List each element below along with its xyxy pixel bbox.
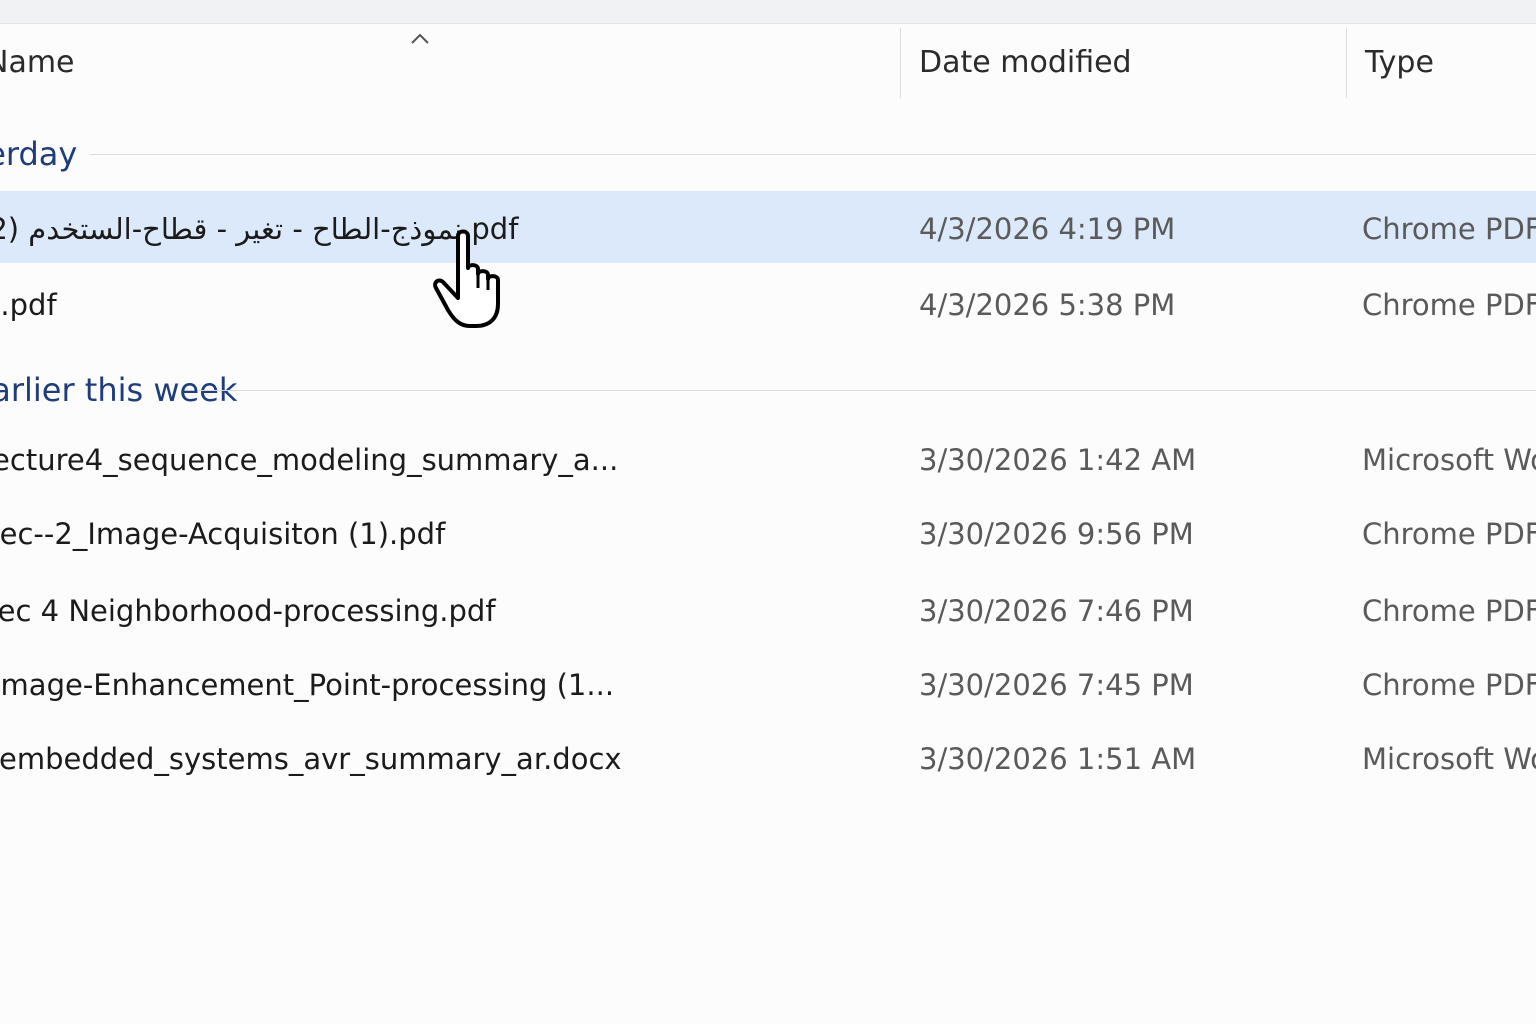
file-type: Chrome PDF Document xyxy=(1362,517,1536,551)
file-row[interactable]: (2) نموذج-الطاح - تغير - قطاح-الستخدم.pd… xyxy=(0,191,1536,263)
file-row[interactable]: Lec--2_Image-Acquisiton (1).pdf 3/30/202… xyxy=(0,496,1536,568)
file-name: (2) نموذج-الطاح - تغير - قطاح-الستخدم.pd… xyxy=(0,212,519,246)
file-type: Chrome PDF Document xyxy=(1362,594,1536,628)
group-label: Yesterday xyxy=(0,135,78,173)
column-header-name[interactable]: Name xyxy=(0,24,75,98)
file-row[interactable]: Lec 4 Neighborhood-processing.pdf 3/30/2… xyxy=(0,573,1536,645)
column-header-row: Name Date modified Type xyxy=(0,24,1536,98)
file-row[interactable]: d.pdf 4/3/2026 5:38 PM Chrome PDF Docume… xyxy=(0,267,1536,339)
group-divider xyxy=(90,154,1536,155)
file-type: Microsoft Word Document xyxy=(1362,443,1536,477)
file-date-modified: 3/30/2026 1:51 AM xyxy=(919,742,1197,776)
file-name: Lec 4 Neighborhood-processing.pdf xyxy=(0,594,496,628)
file-date-modified: 3/30/2026 1:42 AM xyxy=(919,443,1197,477)
file-type: Chrome PDF Document xyxy=(1362,288,1536,322)
column-header-date-modified[interactable]: Date modified xyxy=(919,24,1132,98)
file-date-modified: 4/3/2026 4:19 PM xyxy=(919,212,1176,246)
file-row[interactable]: lecture4_sequence_modeling_summary_a... … xyxy=(0,422,1536,494)
file-explorer-view: Name Date modified Type Yesterday (2) نم… xyxy=(0,0,1536,1024)
file-date-modified: 3/30/2026 7:45 PM xyxy=(919,668,1194,702)
file-name: embedded_systems_avr_summary_ar.docx xyxy=(0,742,622,776)
file-name: Lec--2_Image-Acquisiton (1).pdf xyxy=(0,517,446,551)
chevron-up-icon[interactable] xyxy=(409,30,431,46)
file-type: Chrome PDF Document xyxy=(1362,668,1536,702)
file-type: Microsoft Word Document xyxy=(1362,742,1536,776)
file-row[interactable]: embedded_systems_avr_summary_ar.docx 3/3… xyxy=(0,721,1536,793)
file-date-modified: 4/3/2026 5:38 PM xyxy=(919,288,1176,322)
column-divider[interactable] xyxy=(1346,28,1347,98)
file-date-modified: 3/30/2026 7:46 PM xyxy=(919,594,1194,628)
toolbar-strip xyxy=(0,0,1536,24)
column-header-type[interactable]: Type xyxy=(1365,24,1434,98)
group-header-earlier-this-week[interactable]: Earlier this week xyxy=(0,360,1536,420)
file-date-modified: 3/30/2026 9:56 PM xyxy=(919,517,1194,551)
file-type: Chrome PDF Document xyxy=(1362,212,1536,246)
file-row[interactable]: Image-Enhancement_Point-processing (1...… xyxy=(0,647,1536,719)
file-name: Image-Enhancement_Point-processing (1... xyxy=(0,668,615,702)
group-divider xyxy=(198,390,1536,391)
column-divider[interactable] xyxy=(900,28,901,98)
file-name: d.pdf xyxy=(0,288,57,322)
file-name: lecture4_sequence_modeling_summary_a... xyxy=(0,443,619,477)
group-header-yesterday[interactable]: Yesterday xyxy=(0,124,1536,184)
